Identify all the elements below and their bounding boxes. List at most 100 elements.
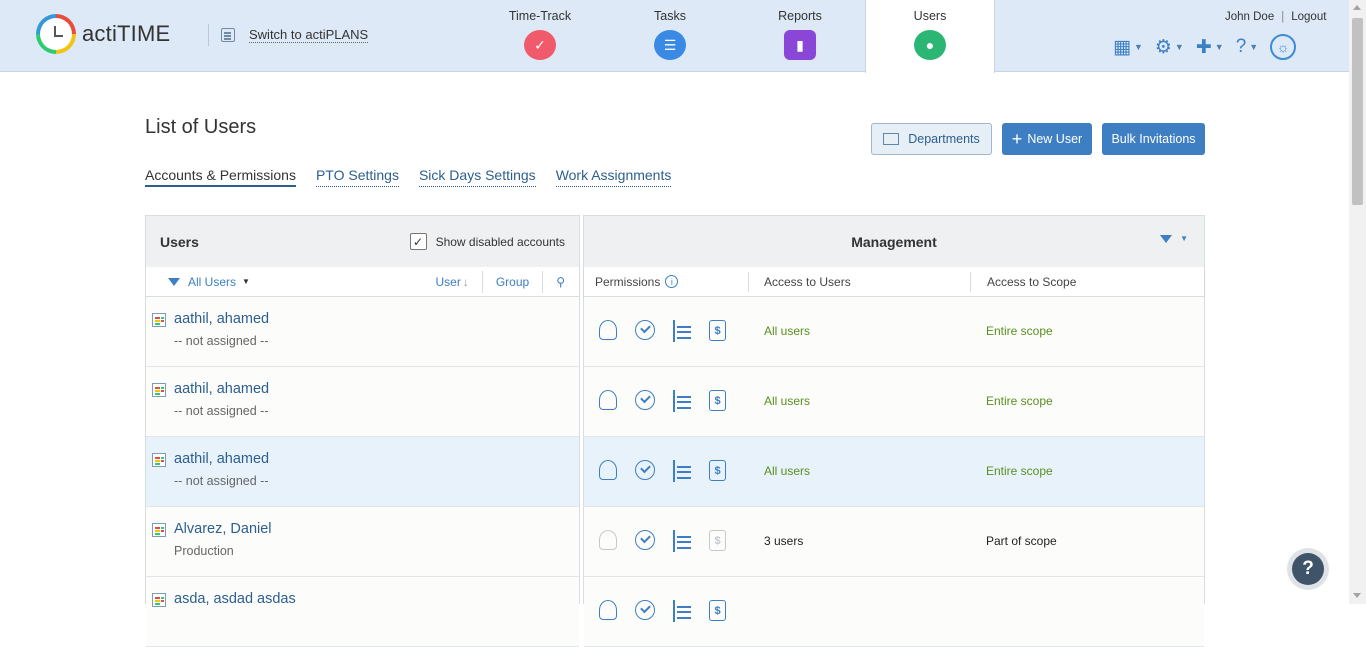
approve-time-icon[interactable]	[635, 460, 655, 480]
lightbulb-icon[interactable]: ☼	[1270, 34, 1297, 60]
user-admin-icon[interactable]	[599, 600, 617, 620]
main-nav: Time-Track ✓ Tasks ☰ Reports ▮ Users ●	[475, 0, 995, 73]
scroll-down-arrow[interactable]	[1353, 593, 1361, 598]
user-name[interactable]: aathil, ahamed	[174, 451, 269, 467]
nav-time-track[interactable]: Time-Track ✓	[475, 0, 605, 72]
user-row[interactable]: aathil, ahamed -- not assigned --	[146, 437, 579, 507]
user-name[interactable]: aathil, ahamed	[174, 381, 269, 397]
switch-to-actiplans[interactable]: Switch to actiPLANS	[208, 24, 369, 46]
col-permissions: Permissions i	[584, 271, 749, 292]
new-user-button[interactable]: + New User	[1002, 123, 1092, 155]
filter-label: All Users	[188, 274, 237, 289]
access-users-value[interactable]: All users	[764, 324, 810, 338]
user-name[interactable]: asda, asdad asdas	[174, 591, 296, 607]
actitime-logo[interactable]: actiTIME	[36, 14, 170, 54]
manage-scope-icon[interactable]	[673, 530, 691, 552]
actiplans-icon	[221, 28, 235, 42]
approve-time-icon[interactable]	[635, 530, 655, 550]
user-row[interactable]: aathil, ahamed -- not assigned --	[146, 297, 579, 367]
sort-user[interactable]: User ↓	[423, 270, 483, 293]
user-links: John Doe | Logout	[1225, 11, 1326, 23]
report-icon[interactable]	[152, 383, 166, 397]
info-icon[interactable]: i	[665, 275, 679, 288]
tabs: Accounts & Permissions PTO Settings Sick…	[145, 167, 691, 187]
user-icon: ●	[914, 30, 946, 60]
filter-icon	[168, 277, 180, 286]
tab-sick-days-settings[interactable]: Sick Days Settings	[418, 167, 536, 187]
switch-label[interactable]: Switch to actiPLANS	[249, 27, 369, 43]
page-title: List of Users	[145, 116, 257, 138]
access-scope-value[interactable]: Entire scope	[986, 394, 1053, 408]
help-menu[interactable]: ? ▼	[1236, 36, 1259, 58]
nav-tasks-label: Tasks	[654, 9, 686, 23]
nav-users[interactable]: Users ●	[865, 0, 995, 73]
permissions-icons: $	[599, 530, 744, 552]
user-admin-icon[interactable]	[599, 460, 617, 480]
access-users-value[interactable]: All users	[764, 394, 810, 408]
cost-rates-icon[interactable]: $	[709, 390, 726, 411]
access-scope-value[interactable]: Part of scope	[986, 534, 1057, 548]
manage-scope-icon[interactable]	[673, 390, 691, 412]
scroll-up-arrow[interactable]	[1353, 5, 1361, 10]
chevron-down-icon: ▼	[1174, 42, 1184, 52]
cost-rates-icon[interactable]: $	[709, 530, 726, 551]
tab-pto-settings[interactable]: PTO Settings	[315, 167, 399, 187]
management-filter[interactable]: ▼	[1160, 234, 1188, 243]
approve-time-icon[interactable]	[635, 320, 655, 340]
sort-group[interactable]: Group	[483, 270, 544, 293]
cost-rates-icon[interactable]: $	[709, 600, 726, 621]
management-title: Management	[851, 233, 937, 250]
manage-scope-icon[interactable]	[673, 320, 691, 342]
manage-scope-icon[interactable]	[673, 460, 691, 482]
cost-rates-icon[interactable]: $	[709, 320, 726, 341]
manage-scope-icon[interactable]	[673, 600, 691, 622]
management-row: $ All users Entire scope	[584, 367, 1204, 437]
cost-rates-icon[interactable]: $	[709, 460, 726, 481]
filter-icon	[1160, 234, 1173, 243]
nav-users-label: Users	[913, 9, 947, 23]
user-admin-icon[interactable]	[599, 390, 617, 410]
calendar-menu[interactable]: ▦ ▼	[1113, 36, 1143, 59]
access-scope-value[interactable]: Entire scope	[986, 464, 1053, 478]
bulk-invitations-button[interactable]: Bulk Invitations	[1102, 123, 1205, 155]
report-icon[interactable]	[152, 453, 166, 467]
user-name[interactable]: Alvarez, Daniel	[174, 521, 272, 537]
tab-work-assignments[interactable]: Work Assignments	[555, 167, 672, 187]
scrollbar[interactable]	[1349, 0, 1366, 604]
logout-link[interactable]: Logout	[1291, 11, 1326, 23]
user-row[interactable]: Alvarez, Daniel Production	[146, 507, 579, 577]
user-department: -- not assigned --	[174, 404, 269, 418]
user-name[interactable]: aathil, ahamed	[174, 311, 269, 327]
checkbox-checked-icon[interactable]: ✓	[409, 233, 427, 250]
user-row[interactable]: asda, asdad asdas	[146, 577, 579, 647]
toolbar-icons: ▦ ▼ ⚙ ▼ ✚ ▼ ? ▼ ☼	[1113, 34, 1297, 60]
show-disabled-checkbox[interactable]: ✓ Show disabled accounts	[409, 233, 565, 250]
access-scope-value[interactable]: Entire scope	[986, 324, 1053, 338]
top-bar: actiTIME Switch to actiPLANS Time-Track …	[0, 0, 1349, 73]
user-row[interactable]: aathil, ahamed -- not assigned --	[146, 367, 579, 437]
nav-tasks[interactable]: Tasks ☰	[605, 0, 735, 72]
approve-time-icon[interactable]	[635, 600, 655, 620]
report-icon[interactable]	[152, 593, 166, 607]
access-users-value[interactable]: All users	[764, 464, 810, 478]
user-admin-icon[interactable]	[599, 320, 617, 340]
approve-time-icon[interactable]	[635, 390, 655, 410]
user-admin-icon[interactable]	[599, 530, 617, 550]
departments-button[interactable]: Departments	[871, 123, 992, 155]
scroll-thumb[interactable]	[1352, 18, 1363, 205]
settings-menu[interactable]: ⚙ ▼	[1155, 36, 1184, 59]
permissions-icons: $	[599, 320, 744, 342]
search-icon[interactable]: ⚲	[543, 275, 579, 289]
clock-logo-icon	[36, 14, 76, 54]
report-icon[interactable]	[152, 523, 166, 537]
nav-reports[interactable]: Reports ▮	[735, 0, 865, 72]
chevron-down-icon: ▼	[242, 277, 250, 286]
addons-menu[interactable]: ✚ ▼	[1196, 36, 1224, 59]
col-access-users: Access to Users	[749, 271, 971, 292]
report-icon[interactable]	[152, 313, 166, 327]
user-name-link[interactable]: John Doe	[1225, 11, 1274, 23]
tab-accounts-permissions[interactable]: Accounts & Permissions	[145, 167, 296, 187]
all-users-filter[interactable]: All Users ▼	[168, 275, 250, 289]
help-button[interactable]: ?	[1287, 548, 1329, 590]
access-users-value[interactable]: 3 users	[764, 534, 803, 548]
